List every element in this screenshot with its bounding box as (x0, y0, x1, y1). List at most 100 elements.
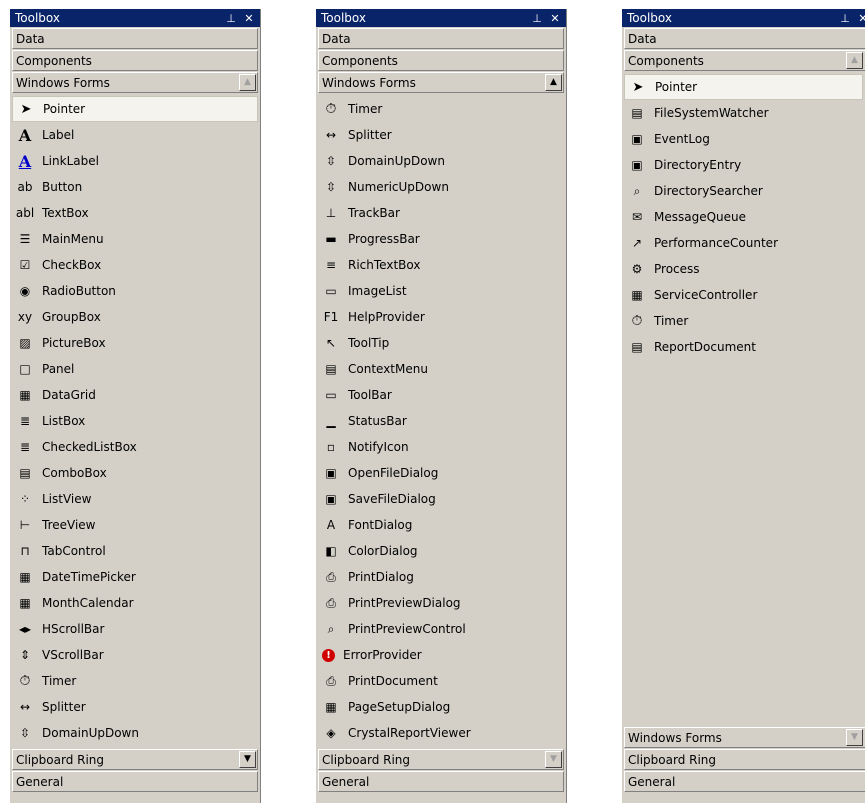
toolbox-item[interactable]: ▣ OpenFileDialog (316, 460, 566, 486)
toolbox-item[interactable]: A Label (10, 122, 260, 148)
toolbox-item[interactable]: ◧ ColorDialog (316, 538, 566, 564)
toolbox-item[interactable]: ⊥ TrackBar (316, 200, 566, 226)
scroll-up-button[interactable]: ▲ (239, 74, 256, 91)
crystalreportviewer-icon: ◈ (326, 726, 336, 740)
toolbox-item[interactable]: ▬ ProgressBar (316, 226, 566, 252)
toolbox-item[interactable]: ▦ DataGrid (10, 382, 260, 408)
toolbox-item[interactable]: ◂▸ HScrollBar (10, 616, 260, 642)
toolbox-item[interactable]: ▤ ReportDocument (622, 334, 865, 360)
toolbox-item[interactable]: ≣ ListBox (10, 408, 260, 434)
tab-general[interactable]: General (12, 771, 258, 792)
toolbox-item[interactable]: ▣ SaveFileDialog (316, 486, 566, 512)
toolbox-item[interactable]: ☑ CheckBox (10, 252, 260, 278)
toolbox-item[interactable]: ≣ CheckedListBox (10, 434, 260, 460)
tab-general[interactable]: General (624, 771, 865, 792)
tab-windows-forms[interactable]: Windows Forms ▼ (624, 727, 865, 748)
tab-components[interactable]: Components (318, 50, 564, 71)
checkedlistbox-icon: ≣ (19, 440, 31, 454)
toolbox-item[interactable]: ⌕ DirectorySearcher (622, 178, 865, 204)
tab-clipboard-ring[interactable]: Clipboard Ring (624, 749, 865, 770)
toolbox-item[interactable]: xy GroupBox (10, 304, 260, 330)
toolbox-item[interactable]: ⁘ ListView (10, 486, 260, 512)
scroll-down-button[interactable]: ▼ (545, 751, 562, 768)
toolbox-item[interactable]: A LinkLabel (10, 148, 260, 174)
toolbox-item[interactable]: ▦ MonthCalendar (10, 590, 260, 616)
toolbox-item[interactable]: ⊢ TreeView (10, 512, 260, 538)
tab-windows-forms[interactable]: Windows Forms ▲ (12, 72, 258, 93)
tab-general[interactable]: General (318, 771, 564, 792)
toolbox-item[interactable]: ▤ FileSystemWatcher (622, 100, 865, 126)
scroll-down-button[interactable]: ▼ (846, 729, 863, 746)
toolbox-item[interactable]: ⏱ Timer (10, 668, 260, 694)
toolbox-item[interactable]: ⏱ Timer (316, 96, 566, 122)
pin-icon[interactable]: ⊥ (838, 12, 852, 25)
close-icon[interactable]: ✕ (242, 12, 256, 25)
toolbox-item[interactable]: ⎙ PrintPreviewDialog (316, 590, 566, 616)
toolbox-item[interactable]: ▨ PictureBox (10, 330, 260, 356)
toolbox-item[interactable]: ↗ PerformanceCounter (622, 230, 865, 256)
toolbox-item[interactable]: ☰ MainMenu (10, 226, 260, 252)
pin-icon[interactable]: ⊥ (224, 12, 238, 25)
toolbox-item-label: PrintDocument (348, 674, 438, 688)
toolbox-item[interactable]: ▤ ComboBox (10, 460, 260, 486)
scroll-down-button[interactable]: ▼ (239, 751, 256, 768)
toolbox-item[interactable]: ◈ CrystalReportViewer (316, 720, 566, 746)
tab-label: Clipboard Ring (628, 753, 717, 767)
toolbox-item[interactable]: ⌕ PrintPreviewControl (316, 616, 566, 642)
toolbox-item[interactable]: ▣ DirectoryEntry (622, 152, 865, 178)
toolbox-item[interactable]: ⇳NumericUpDown (316, 174, 566, 200)
toolbox-item[interactable]: ▦ DateTimePicker (10, 564, 260, 590)
toolbox-item[interactable]: ⊓ TabControl (10, 538, 260, 564)
pin-icon[interactable]: ⊥ (530, 12, 544, 25)
toolbox-item[interactable]: ⇳ DomainUpDown (10, 720, 260, 746)
toolbox-item[interactable]: ▦ ServiceController (622, 282, 865, 308)
tab-data[interactable]: Data (624, 28, 865, 49)
close-icon[interactable]: ✕ (548, 12, 562, 25)
tab-components[interactable]: Components (12, 50, 258, 71)
toolbox-item[interactable]: ⎙ PrintDocument (316, 668, 566, 694)
toolbox-item[interactable]: F1 HelpProvider (316, 304, 566, 330)
toolbox-item[interactable]: ▁ StatusBar (316, 408, 566, 434)
toolbox-item[interactable]: ▦ PageSetupDialog (316, 694, 566, 720)
toolbox-item[interactable]: ▭ ToolBar (316, 382, 566, 408)
toolbox-item[interactable]: ⇕ VScrollBar (10, 642, 260, 668)
toolbox-item[interactable]: ⇳ DomainUpDown (316, 148, 566, 174)
close-icon[interactable]: ✕ (856, 12, 865, 25)
scroll-up-button[interactable]: ▲ (846, 52, 863, 69)
toolbox-item-label: DomainUpDown (42, 726, 139, 740)
toolbox-item[interactable]: ▤ ContextMenu (316, 356, 566, 382)
toolbox-item[interactable]: ▭ ImageList (316, 278, 566, 304)
toolbox-item[interactable]: abl TextBox (10, 200, 260, 226)
toolbox-item[interactable]: ➤ Pointer (624, 74, 863, 100)
colordialog-icon: ◧ (325, 544, 337, 558)
tab-components[interactable]: Components ▲ (624, 50, 865, 71)
tab-clipboard-ring[interactable]: Clipboard Ring ▼ (12, 749, 258, 770)
tab-clipboard-ring[interactable]: Clipboard Ring ▼ (318, 749, 564, 770)
toolbox-item[interactable]: ≡ RichTextBox (316, 252, 566, 278)
toolbox-item[interactable]: ➤ Pointer (12, 96, 258, 122)
messagequeue-icon: ✉ (631, 210, 643, 224)
tab-data[interactable]: Data (12, 28, 258, 49)
toolbox-item[interactable]: ⎙ PrintDialog (316, 564, 566, 590)
toolbox-item[interactable]: ⇳NumericUpDown (10, 746, 260, 748)
printdialog-icon: ⎙ (326, 569, 336, 584)
toolbox-item[interactable]: ▫ NotifyIcon (316, 434, 566, 460)
toolbox-item[interactable]: ! ErrorProvider (316, 642, 566, 668)
toolbox-item[interactable]: ⏱ Timer (622, 308, 865, 334)
tab-data[interactable]: Data (318, 28, 564, 49)
toolbox-item[interactable]: ⚙ Process (622, 256, 865, 282)
toolbox-item[interactable]: ↔ Splitter (316, 122, 566, 148)
toolbox-item[interactable]: ab Button (10, 174, 260, 200)
toolbox-item[interactable]: ▣ EventLog (622, 126, 865, 152)
richtextbox-icon: ≡ (325, 258, 337, 272)
toolbox-item[interactable]: □ Panel (10, 356, 260, 382)
toolbox-item[interactable]: ✉ MessageQueue (622, 204, 865, 230)
scroll-up-button[interactable]: ▲ (545, 74, 562, 91)
toolbox-item[interactable]: ◉ RadioButton (10, 278, 260, 304)
tab-windows-forms[interactable]: Windows Forms ▲ (318, 72, 564, 93)
toolbox-item[interactable]: A FontDialog (316, 512, 566, 538)
mainmenu-icon: ☰ (19, 232, 31, 246)
toolbox-item-label: ImageList (348, 284, 407, 298)
toolbox-item[interactable]: ↔ Splitter (10, 694, 260, 720)
toolbox-item[interactable]: ↖ ToolTip (316, 330, 566, 356)
